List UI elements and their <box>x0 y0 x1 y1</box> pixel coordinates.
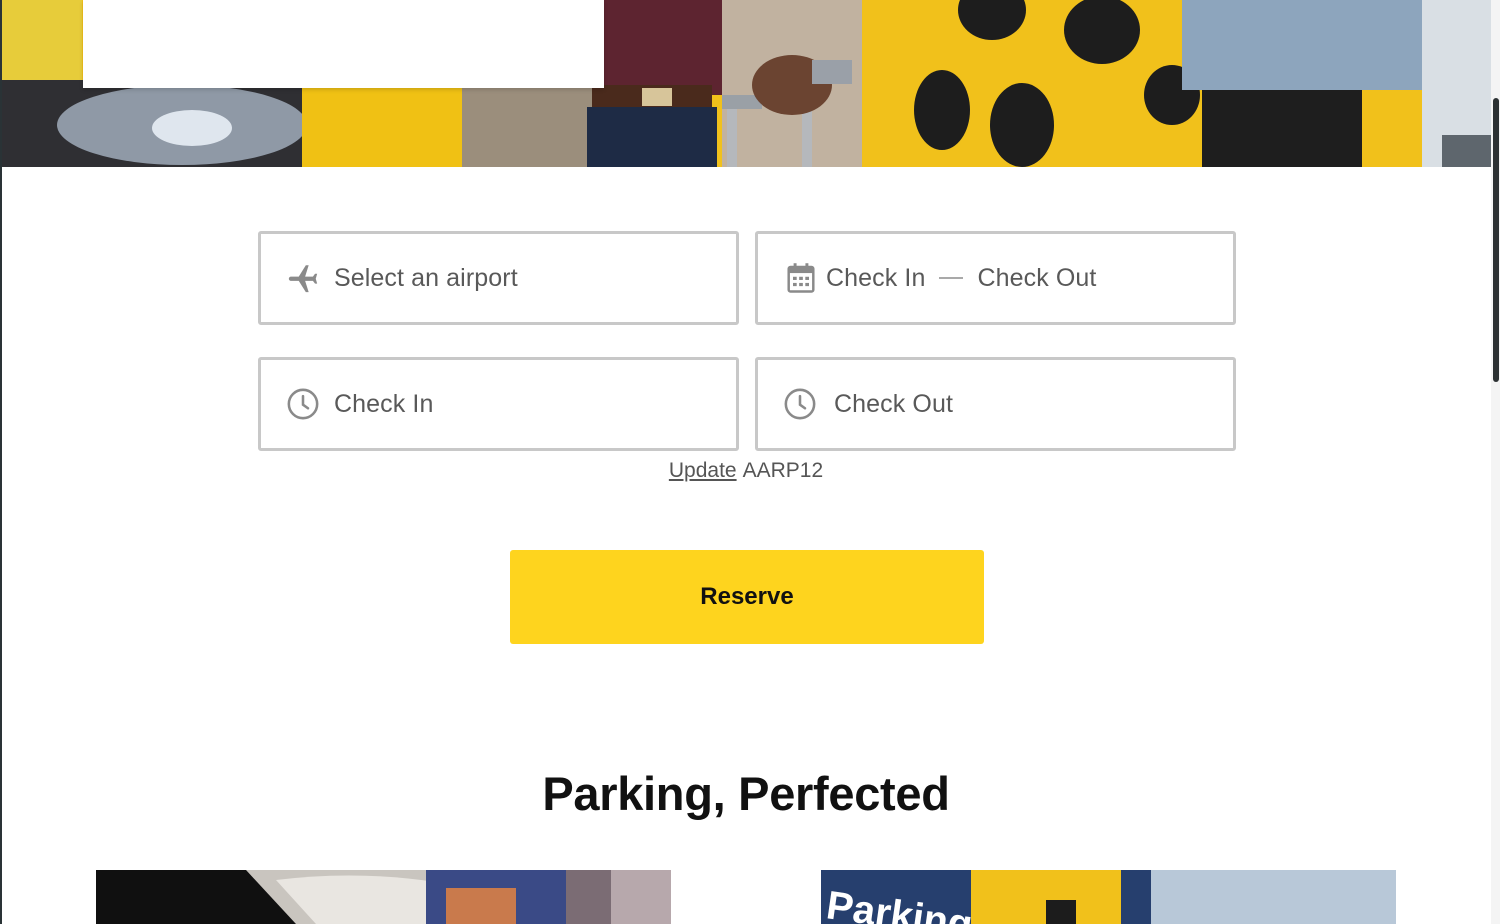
clock-icon <box>286 387 320 421</box>
check-out-date-label: Check Out <box>977 263 1097 292</box>
date-range-separator <box>939 277 964 279</box>
airport-placeholder: Select an airport <box>334 263 518 292</box>
hero-banner <box>2 0 1491 167</box>
airport-select[interactable]: Select an airport <box>258 231 739 325</box>
scrollbar-track[interactable] <box>1491 0 1500 924</box>
check-in-date-label: Check In <box>826 263 926 292</box>
check-out-time-label: Check Out <box>834 389 954 418</box>
feature-image-shuttle-interior <box>96 870 671 924</box>
hero-overlay-card <box>83 0 604 88</box>
update-promo-link[interactable]: Update <box>669 459 737 482</box>
date-range-picker[interactable]: Check In Check Out <box>755 231 1236 325</box>
check-in-time-label: Check In <box>334 389 434 418</box>
calendar-icon <box>784 261 818 295</box>
promo-code: AARP12 <box>742 459 824 482</box>
check-out-time-select[interactable]: Check Out <box>755 357 1236 451</box>
check-in-time-select[interactable]: Check In <box>258 357 739 451</box>
scrollbar-thumb[interactable] <box>1493 98 1499 382</box>
section-title: Parking, Perfected <box>542 767 950 820</box>
promo-code-row: Update AARP12 <box>0 459 1492 483</box>
page: Select an airport Check In Check Out Che… <box>0 0 1500 924</box>
airplane-icon <box>286 261 320 295</box>
feature-image-parking-shuttle: Parking <box>821 870 1396 924</box>
clock-icon <box>783 387 817 421</box>
reserve-button[interactable]: Reserve <box>510 550 984 644</box>
